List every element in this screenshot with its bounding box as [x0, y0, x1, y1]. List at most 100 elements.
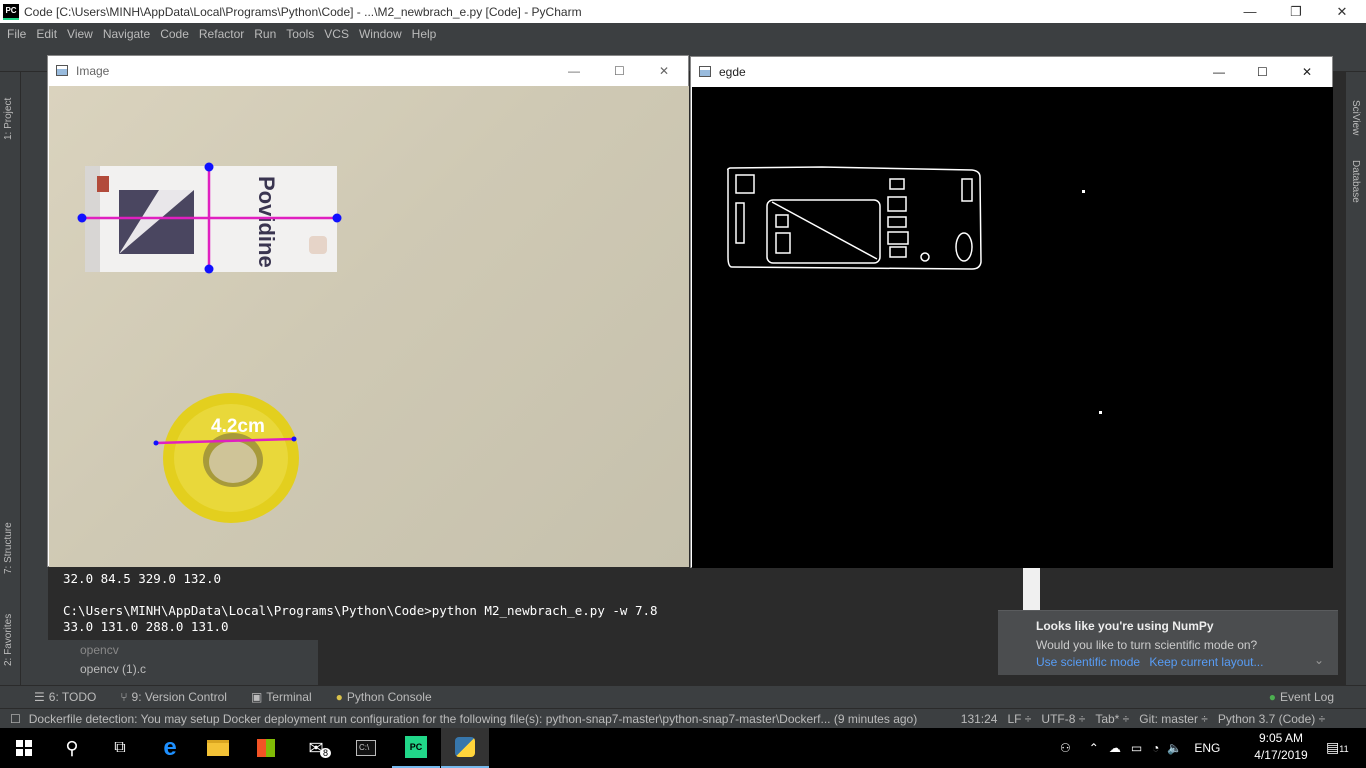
people-icon[interactable]: ⚇: [1060, 741, 1071, 755]
task-view-icon[interactable]: ⧉: [96, 728, 144, 768]
start-button[interactable]: [0, 728, 48, 768]
edge-window-titlebar[interactable]: egde — ☐ ✕: [691, 57, 1332, 86]
tool-window-structure[interactable]: 7: Structure: [3, 504, 14, 574]
event-log-icon: ●: [1268, 690, 1276, 704]
edge-contours: [727, 166, 982, 270]
show-hidden-icons-icon[interactable]: ⌃: [1089, 741, 1099, 755]
project-panel: [21, 72, 48, 685]
caret-position[interactable]: 131:24: [961, 712, 998, 726]
maximize-icon[interactable]: ☐: [614, 64, 625, 78]
image-window-titlebar[interactable]: Image — ☐ ✕: [48, 56, 688, 85]
tape-point-left: [153, 440, 159, 446]
box-brand-text: Povidine: [254, 176, 279, 268]
keep-layout-link[interactable]: Keep current layout...: [1149, 655, 1263, 669]
file-item[interactable]: opencv (1).c: [80, 662, 146, 676]
camera-image-svg: Povidine 4.2cm: [77, 162, 342, 523]
tool-windows-bar: ☰ 6: TODO ⑂ 9: Version Control ▣ Terminal ●…: [0, 685, 1366, 708]
clock-date: 4/17/2019: [1254, 748, 1308, 762]
tool-window-favorites[interactable]: 2: Favorites: [3, 600, 14, 666]
status-message[interactable]: Dockerfile detection: You may setup Dock…: [29, 712, 939, 726]
line-separator[interactable]: LF ÷: [1007, 712, 1031, 726]
file-explorer-icon[interactable]: [194, 728, 242, 768]
input-language[interactable]: ENG: [1194, 741, 1220, 755]
store-icon[interactable]: [242, 728, 290, 768]
left-tool-strip: 1: Project 7: Structure 2: Favorites: [0, 72, 21, 685]
tool-window-database[interactable]: Database: [1350, 160, 1361, 203]
file-encoding[interactable]: UTF-8 ÷: [1041, 712, 1085, 726]
app-title-bar: PC Code [C:\Users\MINH\AppData\Local\Pro…: [0, 0, 1366, 23]
notification-count: 11: [1339, 744, 1349, 754]
battery-icon[interactable]: ▭: [1131, 741, 1142, 755]
minimize-button[interactable]: —: [1227, 0, 1273, 23]
camera-image: Povidine 4.2cm: [49, 86, 689, 567]
tool-window-sciview[interactable]: SciView: [1350, 100, 1361, 135]
edge-window[interactable]: egde — ☐ ✕: [690, 56, 1333, 568]
popup-question: Would you like to turn scientific mode o…: [1036, 638, 1258, 652]
event-log-button[interactable]: ● Event Log: [1269, 690, 1334, 704]
minimize-icon[interactable]: —: [568, 64, 580, 78]
window-icon: [56, 65, 68, 76]
console-line: 33.0 131.0 288.0 131.0: [63, 619, 229, 634]
close-button[interactable]: ✕: [1319, 0, 1365, 23]
edge-window-title: egde: [719, 64, 746, 79]
windows-logo-icon: [16, 740, 32, 756]
tape-roll: [163, 393, 299, 523]
edge-image: [692, 87, 1333, 568]
maximize-icon[interactable]: ☐: [1257, 65, 1268, 79]
system-tray: ⚇ ⌃ ☁ ▭ ◔ 🔈 ENG: [1060, 728, 1234, 768]
git-branch[interactable]: Git: master ÷: [1139, 712, 1208, 726]
menu-edit[interactable]: Edit: [36, 27, 57, 41]
restore-button[interactable]: ❐: [1273, 0, 1319, 23]
midpoint-top: [204, 162, 214, 172]
edge-browser-icon[interactable]: e: [146, 728, 194, 768]
collapse-chevron-icon[interactable]: ⌄: [1314, 653, 1324, 667]
mail-icon[interactable]: ✉ 8: [292, 728, 340, 768]
pycharm-logo-icon: PC: [3, 3, 19, 20]
tab-todo[interactable]: ☰ 6: TODO: [34, 690, 96, 704]
use-scientific-mode-link[interactable]: Use scientific mode: [1036, 655, 1140, 669]
console-line: C:\Users\MINH\AppData\Local\Programs\Pyt…: [63, 603, 658, 618]
file-item[interactable]: opencv: [80, 643, 119, 657]
tab-python-console[interactable]: ● Python Console: [336, 690, 432, 704]
volume-muted-icon[interactable]: 🔈: [1167, 741, 1182, 755]
midpoint-left: [77, 213, 87, 223]
image-window[interactable]: Image — ☐ ✕ Povidine 4.2cm: [47, 55, 689, 567]
onedrive-icon[interactable]: ☁: [1109, 741, 1121, 755]
pycharm-taskbar-icon[interactable]: PC: [392, 728, 440, 768]
close-icon[interactable]: ✕: [1302, 65, 1312, 79]
close-icon[interactable]: ✕: [659, 64, 669, 78]
menu-code[interactable]: Code: [160, 27, 189, 41]
console-line: 32.0 84.5 329.0 132.0: [63, 571, 222, 586]
menu-view[interactable]: View: [67, 27, 93, 41]
clock[interactable]: 9:05 AM 4/17/2019: [1252, 731, 1310, 762]
tab-version-control[interactable]: ⑂ 9: Version Control: [120, 690, 227, 704]
menu-run[interactable]: Run: [254, 27, 276, 41]
menu-bar: File Edit View Navigate Code Refactor Ru…: [0, 23, 1366, 44]
tab-terminal[interactable]: ▣ Terminal: [251, 690, 312, 704]
midpoint-bottom: [204, 264, 214, 274]
menu-window[interactable]: Window: [359, 27, 402, 41]
wifi-icon[interactable]: ◔: [1152, 741, 1159, 755]
menu-refactor[interactable]: Refactor: [199, 27, 244, 41]
edge-speck: [1082, 190, 1085, 193]
menu-vcs[interactable]: VCS: [324, 27, 349, 41]
menu-navigate[interactable]: Navigate: [103, 27, 150, 41]
measurement-label: 4.2cm: [211, 416, 265, 437]
python-taskbar-icon[interactable]: [441, 728, 489, 768]
menu-tools[interactable]: Tools: [286, 27, 314, 41]
action-center-icon[interactable]: ▤11: [1326, 739, 1349, 756]
command-prompt-icon[interactable]: C:\: [342, 728, 390, 768]
version-control-icon: ⑂: [120, 690, 128, 704]
mail-badge: 8: [320, 748, 332, 758]
python-console-icon: ●: [335, 690, 343, 704]
edge-image-svg: [727, 166, 1102, 414]
python-interpreter[interactable]: Python 3.7 (Code) ÷: [1218, 712, 1325, 726]
indent-setting[interactable]: Tab* ÷: [1095, 712, 1129, 726]
scientific-mode-popup: Looks like you're using NumPy Would you …: [998, 610, 1338, 675]
tool-window-project[interactable]: 1: Project: [3, 82, 14, 140]
menu-help[interactable]: Help: [412, 27, 437, 41]
menu-file[interactable]: File: [7, 27, 26, 41]
minimize-icon[interactable]: —: [1213, 65, 1225, 79]
search-icon[interactable]: ⚲: [48, 728, 96, 768]
